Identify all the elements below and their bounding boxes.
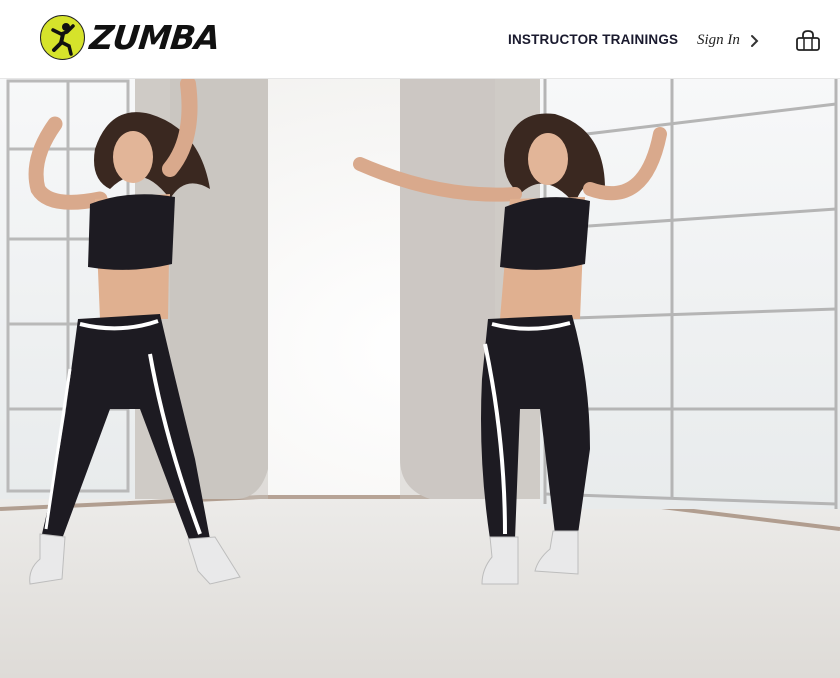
- sign-in-label: Sign In: [697, 32, 740, 48]
- logo-wordmark: ZUMBA: [87, 17, 222, 57]
- shopping-bag-icon[interactable]: [795, 30, 821, 52]
- zumba-logo[interactable]: ZUMBA: [40, 14, 222, 60]
- chevron-right-icon: [750, 34, 760, 48]
- zumba-logo-icon: [40, 14, 85, 60]
- sign-in-link[interactable]: Sign In: [697, 32, 760, 49]
- site-header: ZUMBA INSTRUCTOR TRAININGS Sign In: [0, 0, 840, 79]
- hero-dancers-illustration: [0, 79, 840, 678]
- nav-instructor-trainings[interactable]: INSTRUCTOR TRAININGS: [508, 32, 678, 47]
- hero-image: [0, 79, 840, 678]
